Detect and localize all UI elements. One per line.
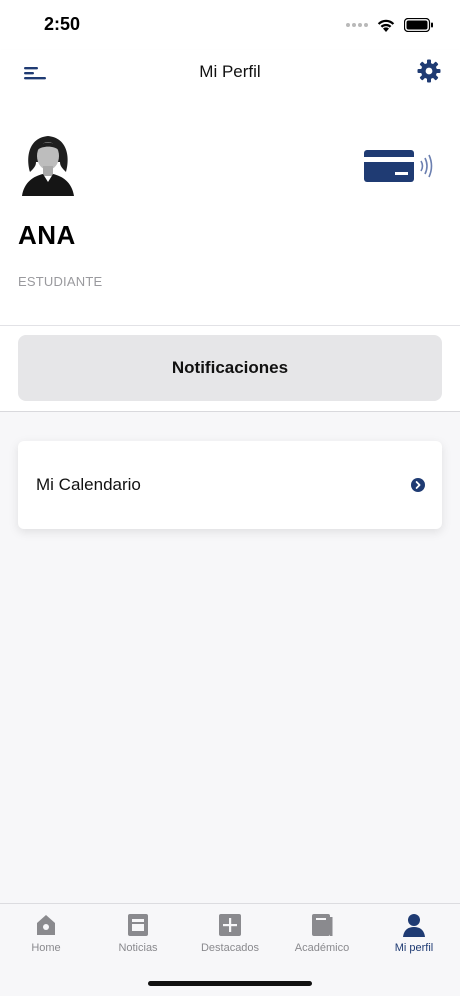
tab-label-destacados: Destacados [200,942,260,954]
contactless-card-icon [364,150,433,182]
tab-label-academico: Académico [294,942,350,954]
student-card-button[interactable] [363,148,443,184]
book-icon [312,914,333,936]
person-icon [403,914,425,937]
tab-noticias[interactable]: Noticias [92,912,184,962]
user-avatar [22,136,74,196]
notifications-button[interactable]: Notificaciones [18,335,442,401]
tab-academico[interactable]: Académico [276,912,368,962]
tab-label-noticias: Noticias [118,942,158,954]
battery-icon [404,18,433,32]
status-icons [346,16,434,34]
tab-destacados[interactable]: Destacados [184,912,276,962]
app-header: Mi Perfil [0,50,460,102]
profile-card: ANA ESTUDIANTE [0,102,460,326]
chevron-right-circle-icon [411,478,425,492]
tab-mi-perfil[interactable]: Mi perfil [368,912,460,962]
tab-label-mi-perfil: Mi perfil [394,942,434,954]
calendar-label: Mi Calendario [36,475,141,494]
notifications-section: Notificaciones [0,326,460,412]
wifi-icon [377,19,395,32]
signal-icon [346,23,368,27]
user-name: ANA [18,220,76,250]
home-icon [37,915,55,935]
news-icon [128,914,148,936]
status-time: 2:50 [44,14,81,34]
home-indicator [148,981,312,986]
tab-home[interactable]: Home [0,912,92,962]
plus-square-icon [219,914,241,936]
gear-icon [417,59,441,83]
tab-label-home: Home [31,942,61,954]
settings-button[interactable] [416,58,442,84]
page-title: Mi Perfil [199,62,261,81]
status-bar: 2:50 [0,0,460,50]
calendar-card[interactable]: Mi Calendario [18,441,442,529]
user-role: ESTUDIANTE [18,274,103,289]
